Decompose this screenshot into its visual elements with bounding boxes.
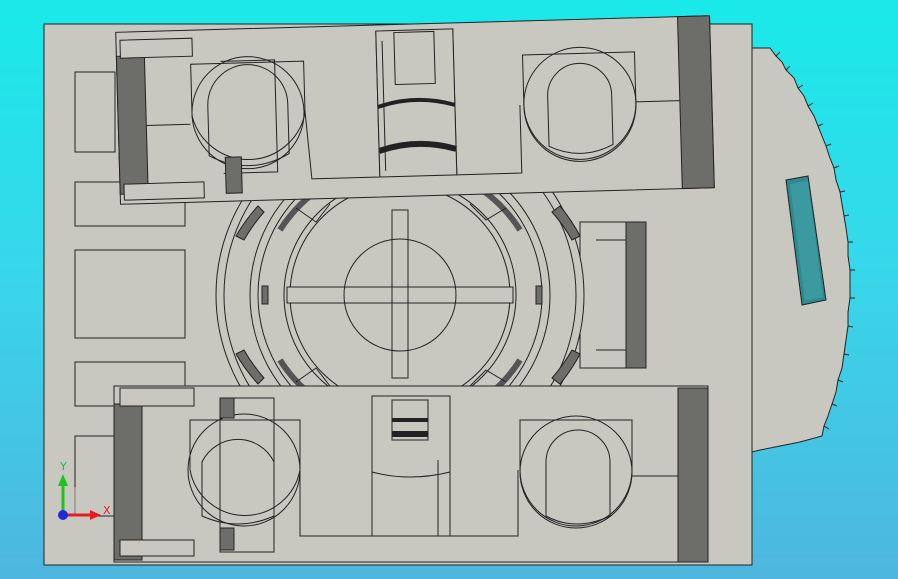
y-axis-label: Y [59, 460, 67, 473]
z-axis-origin-icon [58, 510, 68, 520]
part-drawing[interactable]: Y X [0, 0, 898, 579]
lower-clamp [113, 385, 709, 563]
upper-clamp [115, 15, 715, 205]
x-axis-label: X [103, 504, 111, 517]
cad-viewport[interactable]: Y X [0, 0, 898, 579]
